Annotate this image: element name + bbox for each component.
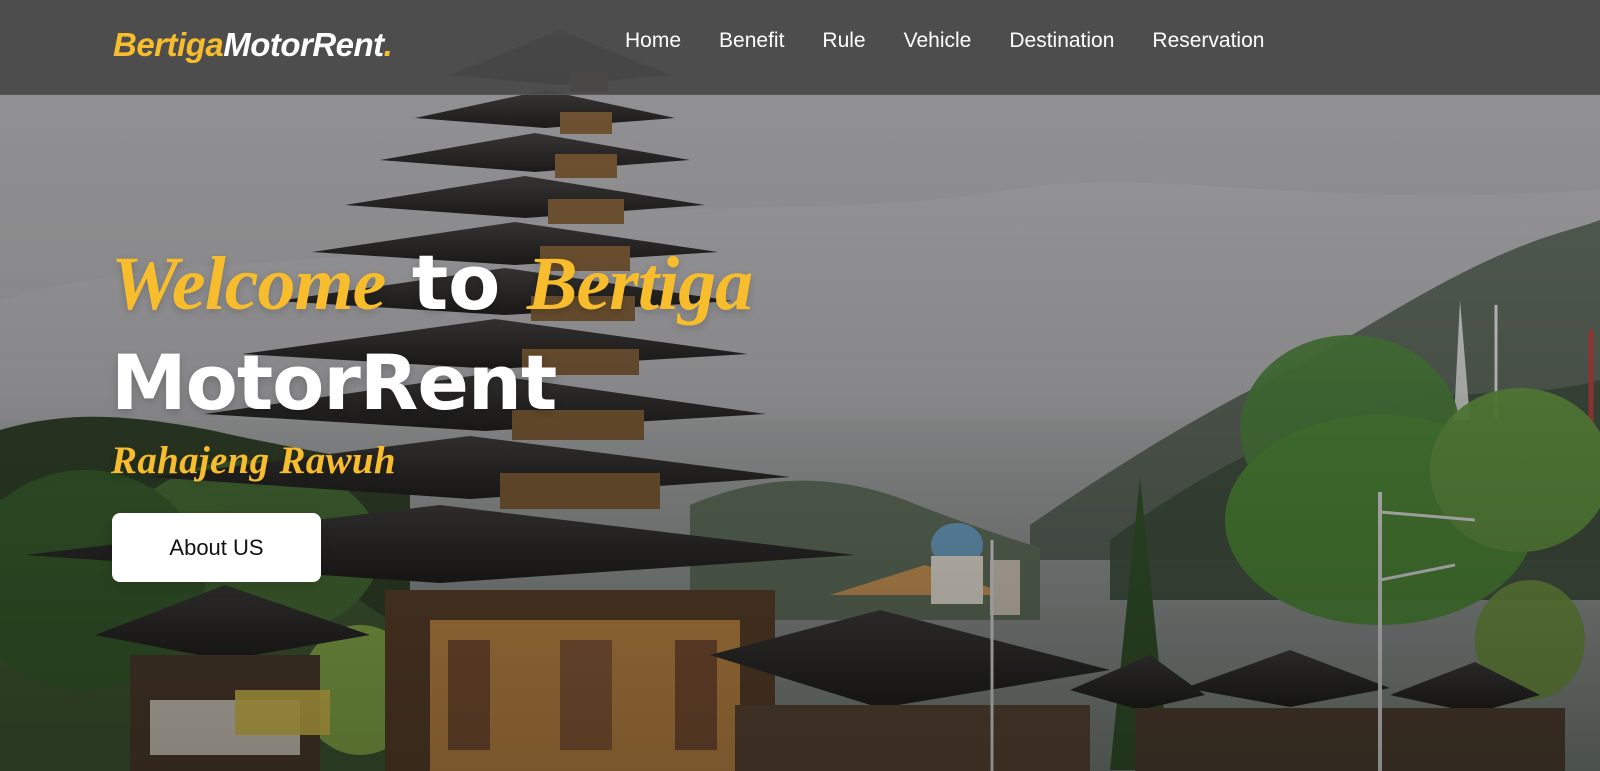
hero-headline-line-2: MotorRent (111, 338, 557, 427)
brand-logo[interactable]: BertigaMotorRent. (113, 25, 393, 65)
nav-link-home[interactable]: Home (625, 27, 681, 55)
hero-headline-line-1: Welcome to Bertiga (111, 242, 753, 326)
brand-name-part-2: MotorRent (223, 26, 384, 63)
brand-name-part-1: Bertiga (113, 26, 224, 63)
hero-headline-bertiga: Bertiga (526, 242, 753, 326)
hero-headline-to: to (411, 238, 501, 327)
nav-link-benefit[interactable]: Benefit (719, 27, 784, 55)
brand-name-dot: . (383, 26, 393, 63)
nav-link-vehicle[interactable]: Vehicle (904, 27, 972, 55)
nav-link-destination[interactable]: Destination (1009, 27, 1114, 55)
nav-link-rule[interactable]: Rule (822, 27, 865, 55)
hero-tagline: Rahajeng Rawuh (111, 439, 396, 482)
nav-link-reservation[interactable]: Reservation (1152, 27, 1264, 55)
site-navbar: BertigaMotorRent. Home Benefit Rule Vehi… (0, 0, 1600, 95)
about-us-button[interactable]: About US (112, 513, 321, 582)
hero-headline-welcome: Welcome (111, 242, 386, 326)
hero-copy: Welcome to Bertiga MotorRent Rahajeng Ra… (111, 242, 753, 484)
main-navigation: Home Benefit Rule Vehicle Destination Re… (625, 27, 1264, 55)
hero-section: BertigaMotorRent. Home Benefit Rule Vehi… (0, 0, 1600, 771)
